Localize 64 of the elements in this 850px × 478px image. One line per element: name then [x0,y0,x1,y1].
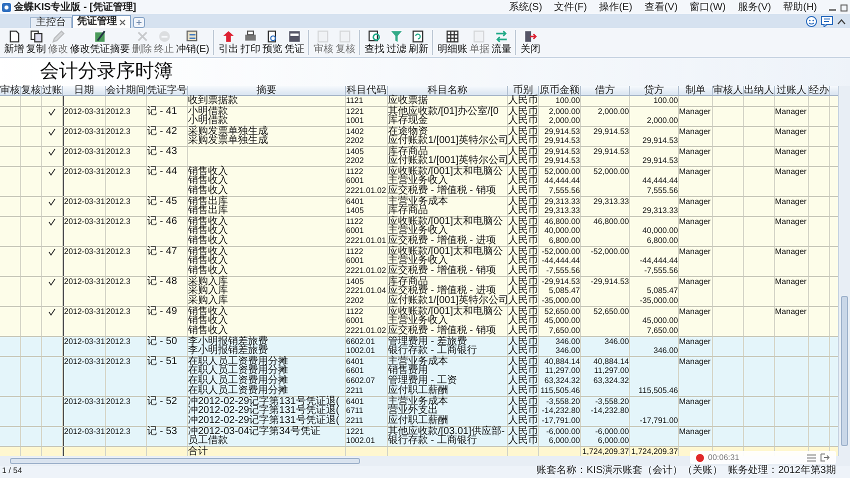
toolbar-button[interactable]: 明细账 [436,28,468,57]
arrows-icon [494,30,508,43]
toolbar-button[interactable]: 预览 [261,28,284,57]
toolbar-button[interactable]: 新增 [3,28,25,57]
pencil-icon [52,30,64,43]
toolbar-button[interactable]: 流量 [490,28,512,57]
vertical-scrollbar[interactable] [838,86,850,456]
column-header[interactable]: 科目名称 [388,86,508,95]
column-header[interactable]: 出纳人 [744,86,775,95]
restore-icon [840,2,848,12]
column-header[interactable]: 审核人 [713,86,744,95]
menu-item[interactable]: 操作(E) [598,2,632,12]
column-header[interactable]: 币别 [508,86,539,95]
column-header[interactable]: 日期 [63,86,106,95]
toolbar-button[interactable]: 关闭 [519,28,542,57]
cross-icon [136,30,148,43]
record-icon [696,454,704,462]
status-text: 账套名称：KIS演示账套（会计）（关账） 账务处理：2012年第3期 [536,466,836,476]
recording-time: 00:06:31 [708,452,740,462]
toolbar-button[interactable]: 复制 [25,28,47,57]
list-icon [807,454,816,462]
column-header[interactable]: 借方 [581,86,630,95]
filter-icon [390,30,403,43]
column-header[interactable]: 经办 [809,86,830,95]
column-header[interactable]: 会计期间 [106,86,147,95]
stop-icon [158,30,170,43]
toolbar-button[interactable]: 冲销(E) [175,28,210,57]
document-icon [472,30,486,43]
menu-item[interactable]: 查看(V) [644,2,678,12]
pencil-icon [94,30,106,43]
document-icon [316,30,330,43]
column-header[interactable]: 审核 [0,86,21,95]
menu-item[interactable]: 窗口(W) [690,2,726,12]
toolbar-button[interactable]: 查找 [363,28,386,57]
column-header[interactable]: 复核 [21,86,42,95]
exit-icon [524,30,537,43]
column-header[interactable]: 凭证字号 [147,86,188,95]
tab[interactable]: 凭证管理 [72,15,131,28]
column-header[interactable]: 过账 [42,86,63,95]
column-header[interactable]: 科目代码 [346,86,388,95]
toolbar-button[interactable]: 凭证 [283,28,306,57]
column-header[interactable]: 摘要 [188,86,346,95]
menu-item[interactable]: 文件(F) [554,2,587,12]
menu-item[interactable]: 系统(S) [508,2,542,12]
exit-icon [820,453,830,462]
toolbar-button[interactable]: 刷新 [407,28,430,57]
toolbar-button[interactable]: 打印 [239,28,262,57]
document-icon [338,30,352,43]
page-title: 会计分录序时簿 [40,61,173,83]
minimize-icon [829,8,836,10]
page-count: 1 / 54 [2,466,22,476]
window-title: 金蝶KIS专业版 - [凭证管理] [14,2,136,12]
menu-item[interactable]: 帮助(H) [783,2,817,12]
column-header[interactable]: 过账人 [775,86,809,95]
column-header[interactable]: 原币金额 [539,86,581,95]
toolbar-button[interactable]: 过滤 [385,28,408,57]
toolbar-button[interactable]: 引出 [217,28,240,57]
menu-item[interactable]: 服务(V) [738,2,772,12]
toolbar-button[interactable]: 修改凭证摘要 [69,28,131,57]
column-header[interactable]: 制单 [679,86,713,95]
horizontal-scrollbar[interactable] [10,458,360,464]
column-header[interactable]: 贷方 [630,86,679,95]
export-icon [222,30,235,43]
tab[interactable]: 主控台 [30,17,72,28]
